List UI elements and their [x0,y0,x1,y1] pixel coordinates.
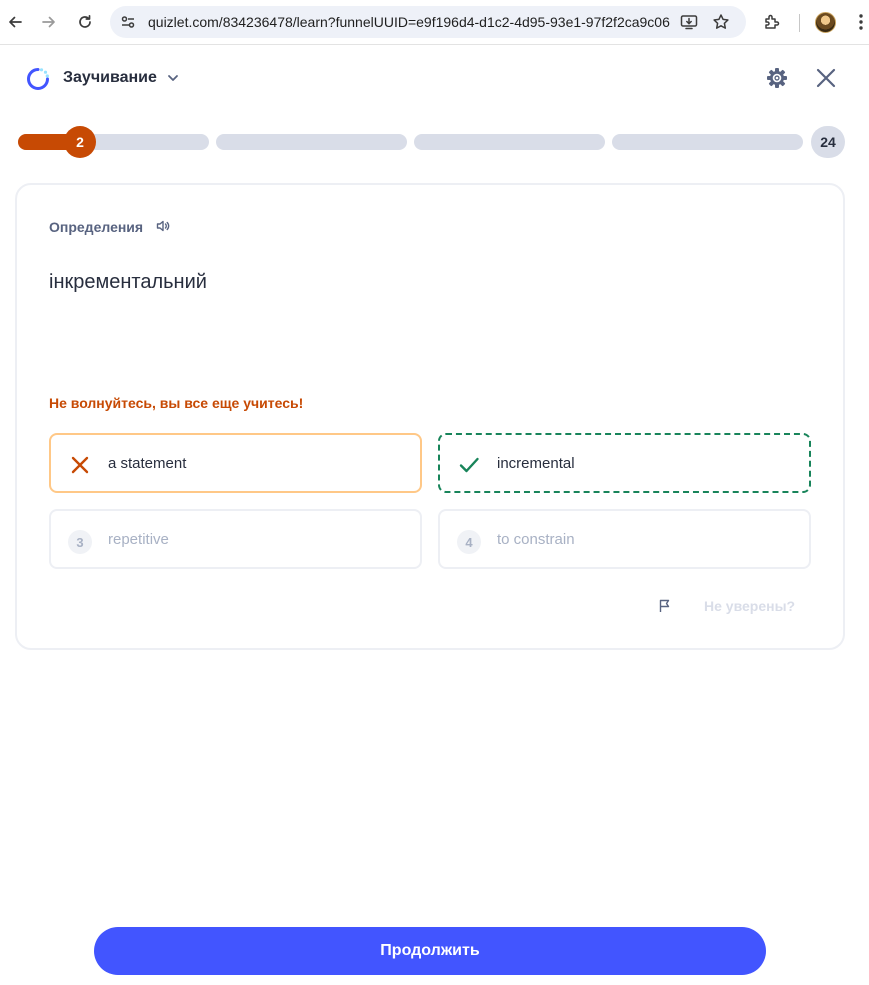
term-text: інкрементальний [49,271,207,293]
answer-option-incorrect[interactable]: a statement [49,433,422,493]
progress-segment [414,134,605,150]
answer-option-label: incremental [497,455,575,472]
install-app-icon[interactable] [680,13,698,31]
chevron-down-icon[interactable] [166,71,180,85]
answer-option[interactable]: 4 to constrain [438,509,811,569]
close-icon[interactable] [813,65,839,91]
reload-icon[interactable] [72,9,98,35]
feedback-message: Не волнуйтесь, вы все еще учитесь! [49,395,304,411]
not-sure-link[interactable]: Не уверены? [704,598,795,614]
checkmark-icon [458,454,480,476]
progress-segment [612,134,803,150]
option-number-badge: 4 [457,530,481,554]
url-text[interactable]: quizlet.com/834236478/learn?funnelUUID=e… [148,14,670,30]
answer-option[interactable]: 3 repetitive [49,509,422,569]
option-number-badge: 3 [68,530,92,554]
question-card [15,183,845,650]
gear-icon[interactable] [764,65,790,91]
browser-toolbar: quizlet.com/834236478/learn?funnelUUID=e… [0,0,869,45]
mode-title[interactable]: Заучивание [63,69,157,87]
flag-icon[interactable] [657,598,673,614]
address-bar[interactable]: quizlet.com/834236478/learn?funnelUUID=e… [110,6,746,38]
toolbar-divider [799,14,800,32]
bookmark-star-icon[interactable] [712,13,730,31]
progress-segment [216,134,407,150]
forward-icon[interactable] [36,9,62,35]
site-settings-icon[interactable] [119,13,137,31]
answer-option-label: to constrain [497,531,575,548]
section-label: Определения [49,219,144,235]
menu-kebab-icon[interactable] [848,9,869,35]
profile-avatar[interactable] [815,12,836,33]
extensions-icon[interactable] [759,9,785,35]
answer-option-label: a statement [108,455,187,472]
x-mark-icon [69,454,91,476]
progress-current-badge: 2 [64,126,96,158]
speaker-icon[interactable] [155,218,171,234]
quizlet-learn-logo [25,66,51,92]
answer-option-label: repetitive [108,531,169,548]
continue-button[interactable]: Продолжить [94,927,766,975]
answer-option-correct[interactable]: incremental [438,433,811,493]
progress-total-badge: 24 [811,126,845,158]
back-icon[interactable] [2,9,28,35]
